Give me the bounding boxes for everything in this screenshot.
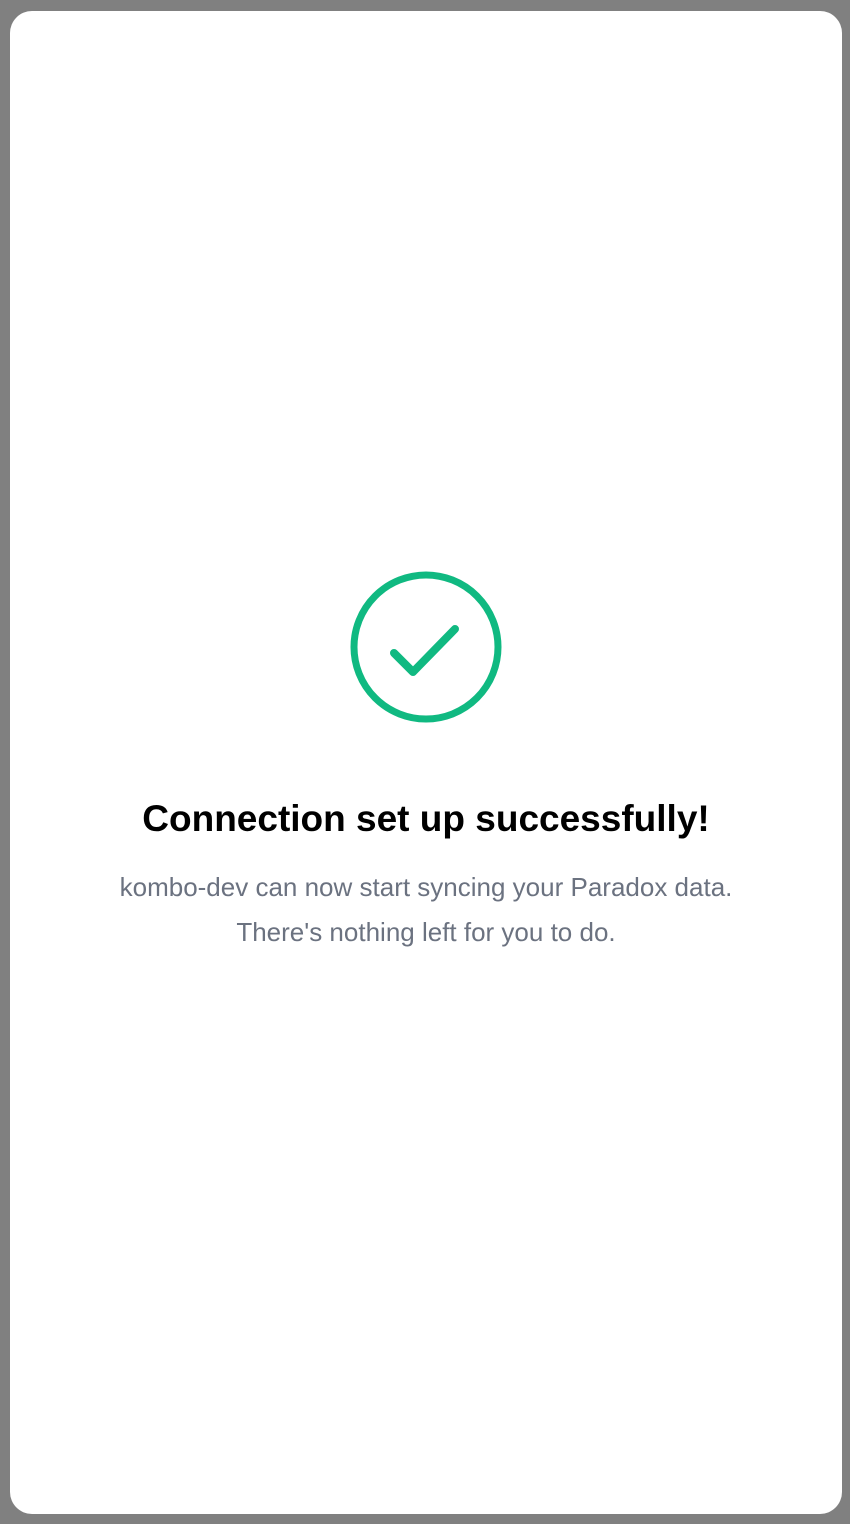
success-title: Connection set up successfully! <box>142 798 710 839</box>
success-description: kombo-dev can now start syncing your Par… <box>120 865 733 955</box>
description-line-2: There's nothing left for you to do. <box>236 917 616 947</box>
success-dialog: Connection set up successfully! kombo-de… <box>10 11 842 1514</box>
description-line-1: kombo-dev can now start syncing your Par… <box>119 872 733 902</box>
check-circle-icon <box>348 569 504 725</box>
success-content: Connection set up successfully! kombo-de… <box>10 569 842 955</box>
